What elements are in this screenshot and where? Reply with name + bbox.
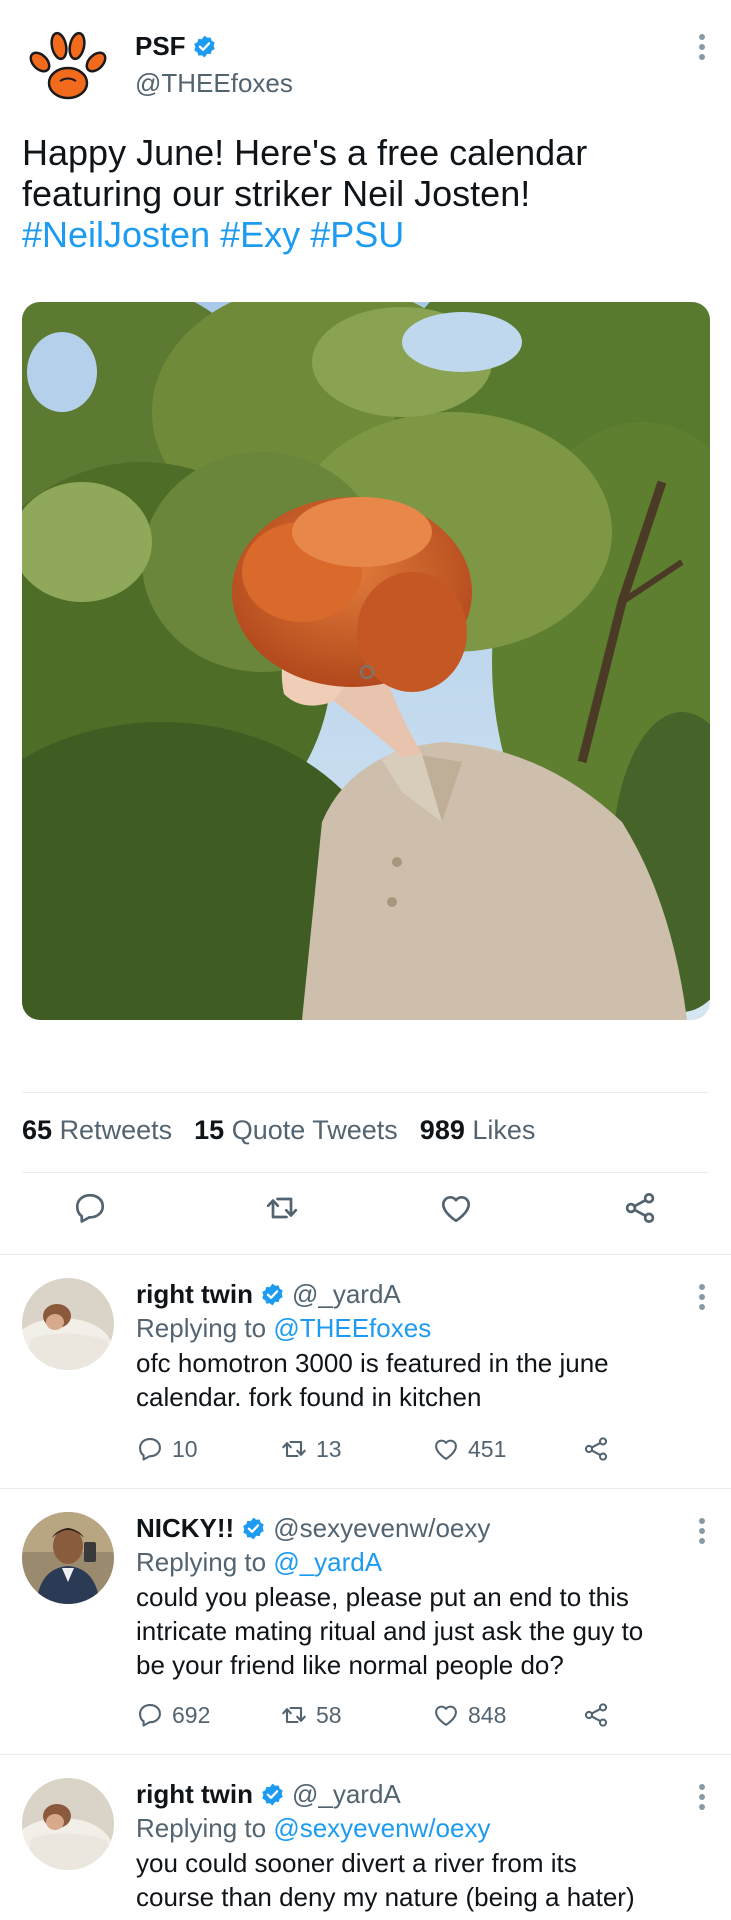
replying-to-link[interactable]: @sexyevenw/oexy [273, 1813, 490, 1843]
retweet-button[interactable]: 58 [280, 1698, 342, 1732]
replying-to: Replying to @_yardA [136, 1547, 383, 1577]
stats-divider-top [22, 1092, 709, 1093]
like-button[interactable]: 451 [432, 1432, 506, 1466]
reply-author-name[interactable]: right twin [136, 1779, 253, 1810]
tweet-actions [0, 1188, 731, 1238]
retweet-button[interactable]: 13 [280, 1432, 342, 1466]
engagement-stats: 65 Retweets 15 Quote Tweets 989 Likes [22, 1115, 535, 1146]
avatar[interactable] [22, 1778, 114, 1870]
like-button[interactable]: 848 [432, 1698, 506, 1732]
replying-to: Replying to @sexyevenw/oexy [136, 1813, 491, 1843]
more-dots-icon[interactable] [687, 1516, 717, 1546]
fox-paw-logo[interactable] [26, 26, 110, 110]
more-dots-icon[interactable] [687, 1282, 717, 1312]
likes-stat[interactable]: 989 Likes [420, 1115, 536, 1146]
reply-count: 692 [172, 1701, 211, 1728]
reply-text: you could sooner divert a river from its… [136, 1848, 635, 1912]
share-button[interactable] [582, 1698, 610, 1732]
reply-text: could you please, please put an end to t… [136, 1582, 644, 1680]
reply-divider [0, 1754, 731, 1755]
replying-to-link[interactable]: @_yardA [273, 1547, 382, 1577]
hashtag-link[interactable]: #PSU [310, 214, 404, 255]
like-icon [432, 1701, 460, 1729]
stats-divider-bottom [22, 1172, 709, 1173]
reply-text: ofc homotron 3000 is featured in the jun… [136, 1348, 609, 1412]
share-button[interactable] [582, 1432, 610, 1466]
main-tweet: PSF @THEEfoxes Happy June! Here's a free… [0, 0, 731, 1255]
reply-author-handle[interactable]: @_yardA [292, 1779, 401, 1810]
like-count: 848 [468, 1701, 507, 1728]
reply-actions: 10 13 451 [136, 1432, 616, 1466]
avatar[interactable] [22, 1512, 114, 1604]
share-icon [582, 1435, 610, 1463]
share-icon[interactable] [620, 1188, 660, 1228]
reply-icon [136, 1701, 164, 1729]
reply-count: 10 [172, 1435, 198, 1462]
reply-button[interactable]: 10 [136, 1432, 198, 1466]
retweet-count: 13 [316, 1435, 342, 1462]
like-icon[interactable] [436, 1188, 476, 1228]
reply-author-handle[interactable]: @_yardA [292, 1279, 401, 1310]
tweet-text-line: Happy June! Here's a free calendar [22, 132, 588, 173]
retweets-stat[interactable]: 65 Retweets [22, 1115, 172, 1146]
tweet-photo[interactable] [22, 302, 710, 1020]
reply-author-name[interactable]: right twin [136, 1279, 253, 1310]
quote-tweets-stat[interactable]: 15 Quote Tweets [194, 1115, 398, 1146]
author-name[interactable]: PSF [135, 31, 186, 62]
share-icon [582, 1701, 610, 1729]
replying-to: Replying to @THEEfoxes [136, 1313, 432, 1343]
verified-badge-icon [260, 1282, 285, 1307]
avatar[interactable] [22, 1278, 114, 1370]
author-handle[interactable]: @THEEfoxes [135, 68, 293, 99]
hashtag-link[interactable]: #Exy [220, 214, 300, 255]
tweet-text: Happy June! Here's a free calendar featu… [22, 132, 712, 255]
retweet-count: 58 [316, 1701, 342, 1728]
tweet-text-line: featuring our striker Neil Josten! [22, 173, 531, 214]
more-dots-icon[interactable] [687, 32, 717, 62]
reply-actions: 692 58 848 [136, 1698, 616, 1732]
reply-icon [136, 1435, 164, 1463]
verified-badge-icon [192, 34, 217, 59]
retweet-icon [280, 1435, 308, 1463]
reply-author-name[interactable]: NICKY!! [136, 1513, 234, 1544]
reply-author-handle[interactable]: @sexyevenw/oexy [273, 1513, 490, 1544]
reply-button[interactable]: 692 [136, 1698, 210, 1732]
tweet-author[interactable]: PSF @THEEfoxes [135, 28, 293, 99]
thread-divider [0, 1254, 731, 1255]
retweet-icon [280, 1701, 308, 1729]
more-dots-icon[interactable] [687, 1782, 717, 1812]
reply-divider [0, 1488, 731, 1489]
hashtag-link[interactable]: #NeilJosten [22, 214, 210, 255]
replying-to-link[interactable]: @THEEfoxes [273, 1313, 431, 1343]
like-count: 451 [468, 1435, 507, 1462]
retweet-icon[interactable] [262, 1188, 302, 1228]
verified-badge-icon [241, 1516, 266, 1541]
verified-badge-icon [260, 1782, 285, 1807]
reply-icon[interactable] [70, 1188, 110, 1228]
like-icon [432, 1435, 460, 1463]
